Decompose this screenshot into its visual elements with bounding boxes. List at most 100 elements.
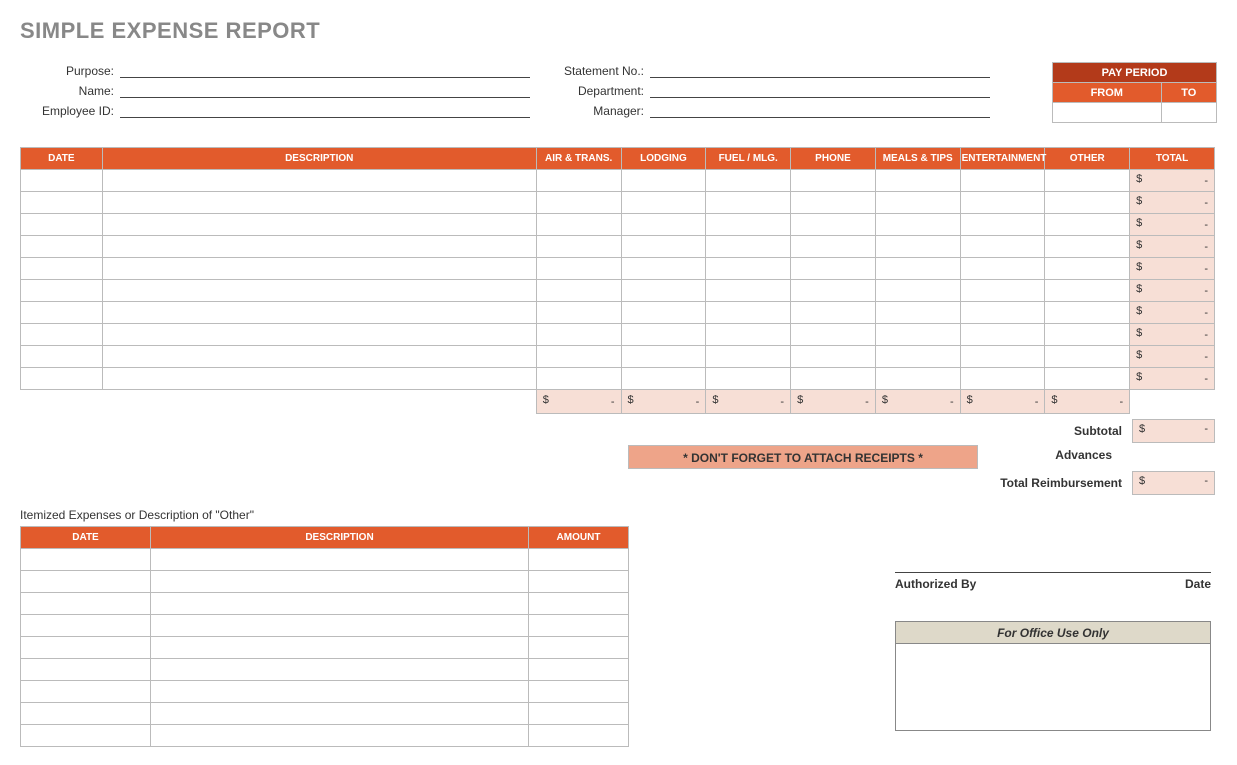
expense-cell[interactable] (875, 192, 960, 214)
expense-cell[interactable] (875, 236, 960, 258)
itemized-cell[interactable] (21, 615, 151, 637)
itemized-cell[interactable] (21, 549, 151, 571)
expense-cell[interactable] (706, 258, 791, 280)
expense-cell[interactable] (706, 170, 791, 192)
expense-cell[interactable] (1045, 236, 1130, 258)
itemized-cell[interactable] (151, 637, 529, 659)
itemized-cell[interactable] (21, 659, 151, 681)
expense-cell[interactable] (102, 346, 536, 368)
itemized-cell[interactable] (529, 593, 629, 615)
manager-input-line[interactable] (650, 102, 990, 118)
pay-period-from-value[interactable] (1053, 103, 1162, 123)
expense-cell[interactable] (960, 214, 1045, 236)
expense-cell[interactable] (102, 236, 536, 258)
expense-cell[interactable] (102, 192, 536, 214)
expense-cell[interactable] (706, 302, 791, 324)
expense-cell[interactable] (1045, 170, 1130, 192)
expense-cell[interactable] (706, 192, 791, 214)
itemized-cell[interactable] (21, 593, 151, 615)
itemized-cell[interactable] (21, 725, 151, 747)
expense-cell[interactable] (536, 236, 621, 258)
itemized-cell[interactable] (529, 637, 629, 659)
itemized-cell[interactable] (21, 703, 151, 725)
itemized-cell[interactable] (151, 571, 529, 593)
expense-cell[interactable] (536, 324, 621, 346)
expense-cell[interactable] (960, 368, 1045, 390)
itemized-cell[interactable] (151, 549, 529, 571)
expense-cell[interactable] (706, 236, 791, 258)
expense-cell[interactable] (536, 302, 621, 324)
expense-cell[interactable] (791, 214, 876, 236)
itemized-cell[interactable] (529, 659, 629, 681)
expense-cell[interactable] (621, 368, 706, 390)
expense-cell[interactable] (21, 302, 103, 324)
itemized-cell[interactable] (529, 571, 629, 593)
itemized-cell[interactable] (151, 703, 529, 725)
itemized-cell[interactable] (151, 615, 529, 637)
itemized-cell[interactable] (529, 703, 629, 725)
itemized-cell[interactable] (529, 615, 629, 637)
expense-cell[interactable] (960, 324, 1045, 346)
expense-cell[interactable] (21, 192, 103, 214)
expense-cell[interactable] (960, 258, 1045, 280)
itemized-cell[interactable] (151, 681, 529, 703)
expense-cell[interactable] (621, 280, 706, 302)
expense-cell[interactable] (21, 236, 103, 258)
expense-cell[interactable] (875, 346, 960, 368)
expense-cell[interactable] (875, 324, 960, 346)
expense-cell[interactable] (960, 170, 1045, 192)
expense-cell[interactable] (875, 214, 960, 236)
expense-cell[interactable] (621, 214, 706, 236)
expense-cell[interactable] (1045, 368, 1130, 390)
expense-cell[interactable] (102, 170, 536, 192)
expense-cell[interactable] (706, 346, 791, 368)
expense-cell[interactable] (102, 324, 536, 346)
itemized-cell[interactable] (151, 593, 529, 615)
expense-cell[interactable] (21, 214, 103, 236)
expense-cell[interactable] (21, 280, 103, 302)
purpose-input-line[interactable] (120, 62, 530, 78)
expense-cell[interactable] (621, 192, 706, 214)
expense-cell[interactable] (536, 214, 621, 236)
expense-cell[interactable] (706, 368, 791, 390)
expense-cell[interactable] (536, 170, 621, 192)
itemized-cell[interactable] (21, 681, 151, 703)
expense-cell[interactable] (102, 258, 536, 280)
itemized-cell[interactable] (21, 571, 151, 593)
expense-cell[interactable] (621, 170, 706, 192)
itemized-cell[interactable] (151, 725, 529, 747)
expense-cell[interactable] (102, 280, 536, 302)
expense-cell[interactable] (791, 170, 876, 192)
expense-cell[interactable] (621, 236, 706, 258)
expense-cell[interactable] (706, 214, 791, 236)
expense-cell[interactable] (791, 236, 876, 258)
expense-cell[interactable] (21, 258, 103, 280)
expense-cell[interactable] (536, 368, 621, 390)
expense-cell[interactable] (1045, 324, 1130, 346)
expense-cell[interactable] (621, 324, 706, 346)
expense-cell[interactable] (791, 258, 876, 280)
expense-cell[interactable] (791, 346, 876, 368)
expense-cell[interactable] (21, 368, 103, 390)
expense-cell[interactable] (960, 192, 1045, 214)
employee-id-input-line[interactable] (120, 102, 530, 118)
expense-cell[interactable] (21, 346, 103, 368)
expense-cell[interactable] (791, 192, 876, 214)
expense-cell[interactable] (21, 170, 103, 192)
expense-cell[interactable] (1045, 280, 1130, 302)
expense-cell[interactable] (960, 280, 1045, 302)
expense-cell[interactable] (536, 280, 621, 302)
expense-cell[interactable] (791, 302, 876, 324)
expense-cell[interactable] (791, 368, 876, 390)
department-input-line[interactable] (650, 82, 990, 98)
statement-no-input-line[interactable] (650, 62, 990, 78)
expense-cell[interactable] (875, 368, 960, 390)
pay-period-to-value[interactable] (1161, 103, 1216, 123)
expense-cell[interactable] (1045, 192, 1130, 214)
name-input-line[interactable] (120, 82, 530, 98)
expense-cell[interactable] (536, 192, 621, 214)
expense-cell[interactable] (875, 280, 960, 302)
expense-cell[interactable] (1045, 302, 1130, 324)
expense-cell[interactable] (960, 302, 1045, 324)
expense-cell[interactable] (960, 236, 1045, 258)
